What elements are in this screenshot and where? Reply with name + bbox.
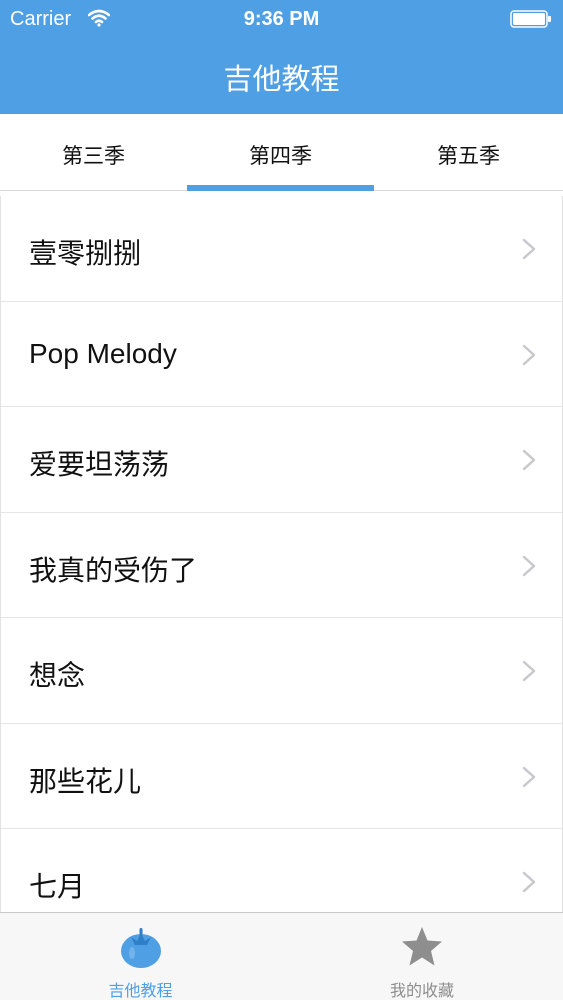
list-item-label: 壹零捌捌 [29,238,142,269]
song-list[interactable]: 壹零捌捌 Pop Melody 爱要坦荡荡 我真的受伤了 想念 那些花儿 七月 [0,196,563,912]
list-item[interactable]: Pop Melody [1,301,562,407]
tab-label: 第五季 [437,144,500,168]
chevron-right-icon [522,555,536,576]
list-item-label: 我真的受伤了 [29,554,198,586]
list-item-label: 七月 [29,871,86,902]
list-item[interactable]: 那些花儿 [1,723,562,829]
star-icon [402,927,442,966]
chevron-right-icon [522,766,536,787]
status-time: 9:36 PM [243,8,320,30]
status-bar: Carrier 9:36 PM [0,0,563,38]
list-item[interactable]: 爱要坦荡荡 [1,407,562,513]
tabbar-label: 我的收藏 [389,981,454,1000]
chevron-right-icon [522,238,536,260]
tabbar-label: 吉他教程 [108,981,173,1000]
list-item[interactable]: 七月 [1,829,562,912]
list-item-label: 爱要坦荡荡 [29,449,170,480]
tab-season-3[interactable]: 第三季 [0,114,187,191]
list-item[interactable]: 想念 [1,618,562,724]
season-tabs: 第三季 第四季 第五季 [0,114,563,191]
battery-icon [510,10,551,28]
tab-season-5[interactable]: 第五季 [374,114,563,191]
list-item[interactable]: 我真的受伤了 [1,512,562,618]
list-item-label: 想念 [29,660,86,691]
bottom-tab-bar: 吉他教程 我的收藏 [0,912,563,1000]
tomato-icon [120,928,161,968]
nav-header: Carrier 9:36 PM 吉他教程 [0,0,563,114]
list-item-label: Pop Melody [29,337,177,369]
tab-selected-indicator [187,185,374,191]
tab-label: 第三季 [62,144,125,168]
list-item-label: 那些花儿 [29,765,142,797]
chevron-right-icon [522,660,536,682]
tab-season-4[interactable]: 第四季 [187,114,374,191]
chevron-right-icon [522,871,536,893]
page-title: 吉他教程 [223,62,340,96]
tabbar-item-tutorials[interactable]: 吉他教程 [0,913,281,1000]
tab-label: 第四季 [249,144,312,168]
chevron-right-icon [522,344,536,365]
chevron-right-icon [522,449,536,471]
list-item[interactable]: 壹零捌捌 [1,196,562,302]
tabbar-item-favorites[interactable]: 我的收藏 [281,913,563,1000]
